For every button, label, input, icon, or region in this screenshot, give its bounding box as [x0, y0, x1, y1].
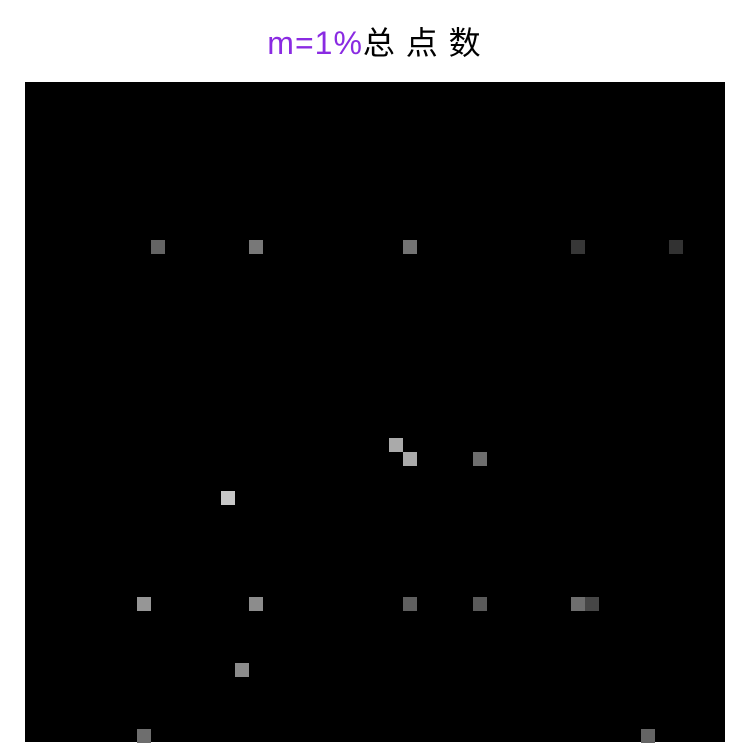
- data-point: [403, 452, 417, 466]
- data-point: [249, 597, 263, 611]
- title-text: 总 点 数: [363, 25, 482, 61]
- chart-title: m=1%总 点 数: [267, 18, 481, 64]
- data-point: [137, 729, 151, 743]
- data-point: [389, 438, 403, 452]
- data-point: [571, 240, 585, 254]
- data-point: [585, 597, 599, 611]
- data-point: [403, 240, 417, 254]
- chart-canvas: [25, 82, 725, 742]
- data-point: [669, 240, 683, 254]
- data-point: [473, 452, 487, 466]
- data-point: [473, 597, 487, 611]
- data-point: [235, 663, 249, 677]
- data-point: [249, 240, 263, 254]
- data-point: [571, 597, 585, 611]
- data-point: [221, 491, 235, 505]
- data-point: [137, 597, 151, 611]
- data-point: [641, 729, 655, 743]
- title-formula: m=1%: [267, 25, 363, 61]
- data-point: [403, 597, 417, 611]
- data-point: [151, 240, 165, 254]
